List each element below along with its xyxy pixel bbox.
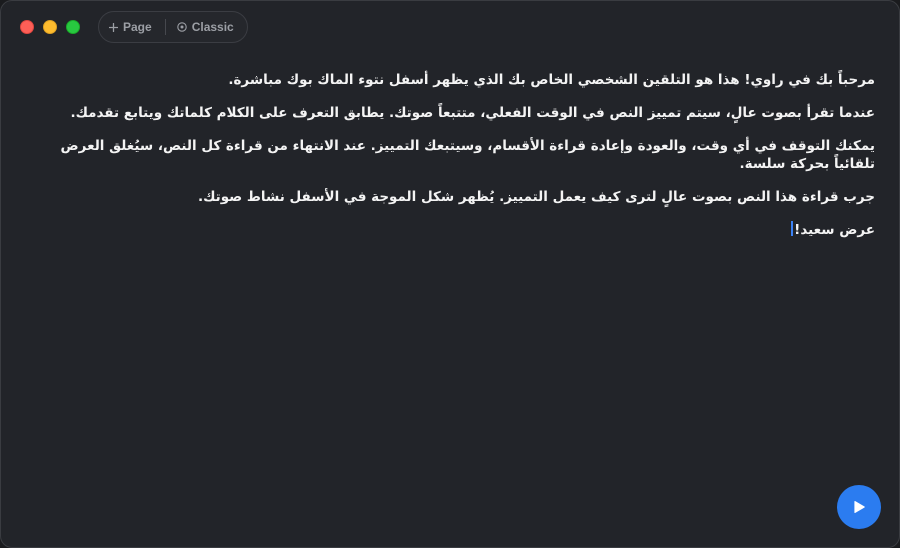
classic-mode-button[interactable]: Classic (176, 12, 234, 42)
script-paragraph: مرحباً بك في راوي! هذا هو التلقين الشخصي… (228, 72, 875, 88)
close-icon[interactable] (20, 20, 34, 34)
page-mode-button[interactable]: Page (109, 12, 152, 42)
script-paragraph: عندما تقرأ بصوت عالٍ، سيتم تمييز النص في… (70, 105, 875, 121)
script-text-area[interactable]: مرحباً بك في راوي! هذا هو التلقين الشخصي… (55, 71, 875, 254)
text-cursor (791, 221, 794, 236)
play-icon (854, 501, 865, 513)
plus-icon (109, 22, 118, 32)
maximize-icon[interactable] (66, 20, 80, 34)
toolbar-divider (164, 19, 166, 35)
script-paragraph: جرب قراءة هذا النص بصوت عالٍ لترى كيف يع… (197, 189, 875, 205)
page-mode-label: Page (123, 20, 152, 34)
target-circle-icon (176, 22, 187, 32)
minimize-icon[interactable] (43, 20, 57, 34)
mode-toolbar: Page Classic (98, 11, 248, 43)
classic-mode-label: Classic (191, 20, 234, 34)
app-window: Page Classic مرحباً بك في راوي! هذا هو ا… (0, 0, 900, 548)
script-last-line: عرض سعيد! (55, 221, 875, 239)
script-closing-text: عرض سعيد! (794, 222, 875, 238)
script-paragraph: يمكنك التوقف في أي وقت، والعودة وإعادة ق… (60, 138, 875, 172)
play-button[interactable] (837, 485, 881, 529)
